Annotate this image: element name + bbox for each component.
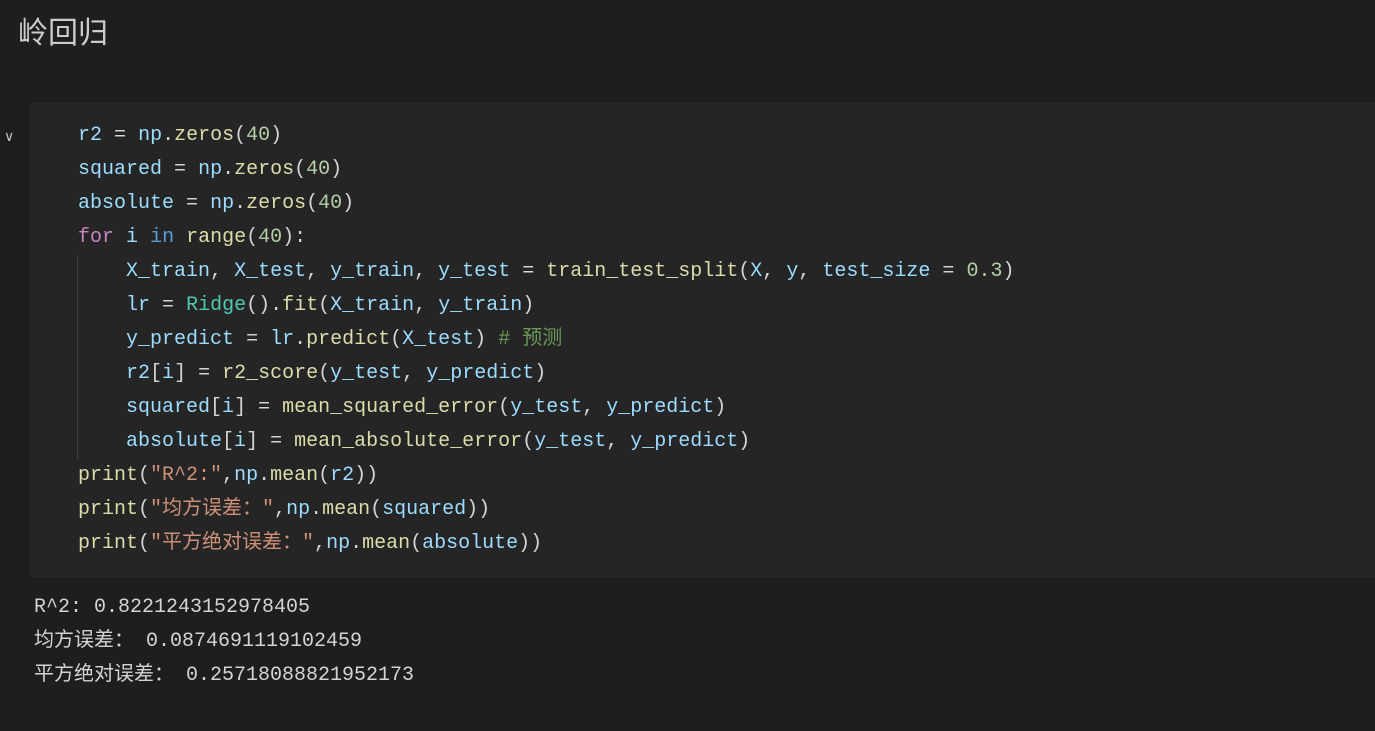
output-line: 平方绝对误差： 0.25718088821952173 <box>34 659 1355 693</box>
markdown-heading: 岭回归 <box>0 0 1375 59</box>
code-line[interactable]: squared = np.zeros(40) <box>78 153 1355 187</box>
code-line[interactable]: r2[i] = r2_score(y_test, y_predict) <box>78 357 1355 391</box>
output-line: R^2: 0.8221243152978405 <box>34 591 1355 625</box>
code-line[interactable]: squared[i] = mean_squared_error(y_test, … <box>78 391 1355 425</box>
code-editor[interactable]: r2 = np.zeros(40)squared = np.zeros(40)a… <box>30 103 1375 577</box>
collapse-toggle-icon[interactable]: ∨ <box>0 130 14 146</box>
code-line[interactable]: y_predict = lr.predict(X_test) # 预测 <box>78 323 1355 357</box>
notebook-view: 岭回归 ∨ r2 = np.zeros(40)squared = np.zero… <box>0 0 1375 731</box>
cell-output: R^2: 0.8221243152978405均方误差： 0.087469111… <box>30 577 1375 693</box>
code-line[interactable]: print("平方绝对误差：",np.mean(absolute)) <box>78 527 1355 561</box>
code-line[interactable]: X_train, X_test, y_train, y_test = train… <box>78 255 1355 289</box>
code-line[interactable]: absolute = np.zeros(40) <box>78 187 1355 221</box>
code-line[interactable]: for i in range(40): <box>78 221 1355 255</box>
code-line[interactable]: absolute[i] = mean_absolute_error(y_test… <box>78 425 1355 459</box>
code-cell: r2 = np.zeros(40)squared = np.zeros(40)a… <box>30 103 1375 693</box>
cell-gutter: ∨ <box>0 120 26 154</box>
code-line[interactable]: r2 = np.zeros(40) <box>78 119 1355 153</box>
code-line[interactable]: print("R^2:",np.mean(r2)) <box>78 459 1355 493</box>
code-line[interactable]: print("均方误差：",np.mean(squared)) <box>78 493 1355 527</box>
code-line[interactable]: lr = Ridge().fit(X_train, y_train) <box>78 289 1355 323</box>
output-line: 均方误差： 0.0874691119102459 <box>34 625 1355 659</box>
